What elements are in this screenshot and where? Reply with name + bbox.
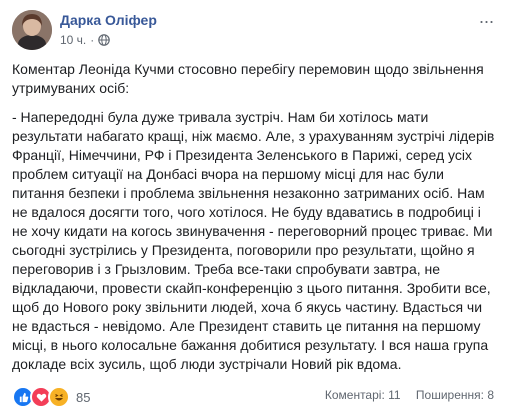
post-header: Дарка Оліфер 10 ч. · ... — [12, 8, 500, 50]
post-stats: Коментарі: 11 Поширення: 8 — [325, 388, 494, 402]
shares-count-link[interactable]: Поширення: 8 — [416, 388, 494, 402]
post-paragraph: Коментар Леоніда Кучми стосовно перебігу… — [12, 61, 488, 96]
reactions-summary[interactable]: 85 — [12, 386, 90, 408]
reaction-count: 85 — [76, 389, 91, 405]
haha-icon — [48, 386, 70, 408]
post-text: Коментар Леоніда Кучми стосовно перебігу… — [12, 60, 498, 384]
author-avatar[interactable] — [12, 10, 52, 50]
meta-separator: · — [90, 33, 95, 47]
author-name[interactable]: Дарка Оліфер — [60, 12, 157, 28]
facebook-post: Дарка Оліфер 10 ч. · ... Коментар Леонід… — [0, 0, 507, 414]
post-time[interactable]: 10 ч. — [60, 33, 86, 47]
comments-count-link[interactable]: Коментарі: 11 — [325, 388, 401, 402]
post-meta: 10 ч. · — [60, 33, 111, 47]
post-paragraph: - Напередодні була дуже тривала зустріч.… — [12, 109, 499, 372]
post-footer: 85 Коментарі: 11 Поширення: 8 — [12, 386, 500, 408]
avatar-photo-icon — [12, 10, 52, 50]
more-options-button[interactable]: ... — [479, 8, 494, 26]
globe-icon[interactable] — [98, 34, 111, 46]
